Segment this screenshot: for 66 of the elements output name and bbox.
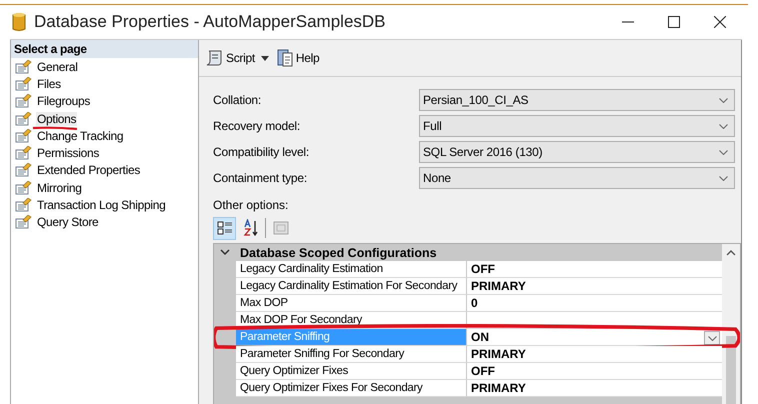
page-icon bbox=[15, 163, 32, 178]
scroll-icon bbox=[205, 49, 223, 67]
sidebar-item[interactable]: Change Tracking bbox=[36, 128, 124, 143]
page-icon bbox=[15, 198, 32, 212]
sort-az-icon bbox=[242, 219, 258, 237]
chevron-down-icon bbox=[719, 176, 728, 180]
maximize-icon[interactable] bbox=[668, 16, 680, 28]
property-value: PRIMARY bbox=[467, 278, 722, 295]
dropdown[interactable]: SQL Server 2016 (130) bbox=[419, 141, 735, 163]
property-name[interactable]: Query Optimizer Fixes For Secondary bbox=[236, 380, 467, 397]
book-icon bbox=[276, 49, 293, 67]
caret-icon[interactable] bbox=[260, 56, 269, 60]
page-icon bbox=[15, 215, 32, 230]
chevron-down-icon bbox=[708, 336, 716, 340]
page-icon bbox=[15, 94, 32, 108]
sidebar-item[interactable]: Files bbox=[36, 76, 62, 91]
sidebar-item[interactable]: Query Store bbox=[36, 215, 100, 230]
field-label: Recovery model: bbox=[213, 119, 302, 133]
property-value: PRIMARY bbox=[467, 346, 722, 363]
scrollbar[interactable] bbox=[722, 244, 740, 404]
field-label: Containment type: bbox=[213, 171, 308, 185]
sidebar-item[interactable]: General bbox=[36, 60, 79, 74]
chevron-down-icon bbox=[719, 124, 728, 128]
chevron-down-icon bbox=[719, 98, 728, 102]
sidebar-heading: Select a page bbox=[11, 40, 198, 58]
page-icon bbox=[15, 180, 32, 195]
property-value: 0 bbox=[467, 295, 722, 312]
script-button[interactable]: Script bbox=[205, 49, 255, 67]
category-header: Database Scoped Configurations bbox=[240, 246, 437, 260]
scrollbar-thumb[interactable] bbox=[726, 336, 736, 404]
pages-icon bbox=[272, 220, 288, 236]
property-value: OFF bbox=[467, 261, 722, 278]
categorized-icon bbox=[216, 220, 232, 236]
page-icon bbox=[15, 128, 32, 143]
field-label: Compatibility level: bbox=[213, 145, 310, 159]
chevron-down-icon[interactable] bbox=[220, 249, 230, 256]
sidebar-item[interactable]: Transaction Log Shipping bbox=[36, 198, 166, 212]
database-icon bbox=[12, 12, 26, 32]
property-value: ON bbox=[467, 329, 722, 346]
scroll-up-icon[interactable] bbox=[726, 250, 736, 256]
section-label: Other options: bbox=[213, 198, 290, 212]
property-name[interactable]: Max DOP bbox=[236, 295, 467, 312]
property-name[interactable]: Legacy Cardinality Estimation bbox=[236, 261, 467, 278]
property-name[interactable]: Parameter Sniffing For Secondary bbox=[236, 346, 467, 363]
value-dropdown-button[interactable] bbox=[704, 331, 720, 345]
page-icon bbox=[15, 146, 32, 160]
page-icon bbox=[15, 60, 32, 74]
page-icon bbox=[15, 112, 32, 126]
categorized-button[interactable] bbox=[213, 216, 236, 240]
dropdown[interactable]: Persian_100_CI_AS bbox=[419, 89, 735, 111]
sidebar-item[interactable]: Filegroups bbox=[36, 94, 92, 108]
property-value: OFF bbox=[467, 363, 722, 380]
dropdown[interactable]: None bbox=[419, 167, 735, 189]
close-icon[interactable] bbox=[714, 16, 726, 28]
page-icon bbox=[15, 76, 32, 91]
help-button[interactable]: Help bbox=[276, 49, 320, 67]
sidebar-item[interactable]: Mirroring bbox=[36, 180, 83, 195]
field-label: Collation: bbox=[213, 93, 262, 107]
property-name[interactable]: Query Optimizer Fixes bbox=[236, 363, 467, 380]
property-name[interactable]: Legacy Cardinality Estimation For Secondary bbox=[236, 278, 467, 295]
dropdown[interactable]: Full bbox=[419, 115, 735, 137]
sidebar-item[interactable]: Permissions bbox=[36, 146, 100, 160]
chevron-down-icon bbox=[719, 150, 728, 154]
property-value: PRIMARY bbox=[467, 380, 722, 397]
sidebar-item[interactable]: Extended Properties bbox=[36, 163, 142, 178]
window-title: Database Properties - AutoMapperSamplesDB bbox=[34, 12, 386, 32]
